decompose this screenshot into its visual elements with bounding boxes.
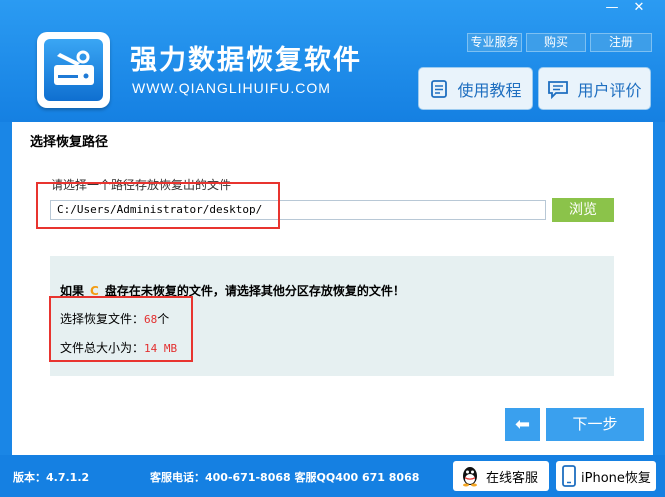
document-icon bbox=[431, 79, 448, 98]
tutorial-button[interactable]: 使用教程 bbox=[418, 67, 533, 110]
review-label: 用户评价 bbox=[577, 80, 642, 100]
app-logo bbox=[37, 32, 110, 108]
stats-highlight-box bbox=[49, 296, 193, 362]
iphone-recovery-label: iPhone恢复 bbox=[581, 470, 651, 486]
app-header: 强力数据恢复软件 WWW.QIANGLIHUIFU.COM — ✕ 专业服务 购… bbox=[0, 0, 665, 122]
tutorial-label: 使用教程 bbox=[457, 80, 522, 100]
buy-link[interactable]: 购买 bbox=[526, 33, 586, 52]
qq-penguin-icon bbox=[463, 467, 477, 487]
browse-button[interactable]: 浏览 bbox=[552, 198, 614, 222]
support-phone-text: 客服电话：400-671-8068 客服QQ400 671 8068 bbox=[150, 471, 420, 484]
back-arrow-icon: ⬅ bbox=[514, 414, 531, 435]
minimize-button[interactable]: — bbox=[600, 0, 624, 16]
phone-icon bbox=[562, 465, 576, 487]
comment-icon bbox=[548, 80, 569, 99]
online-service-button[interactable]: 在线客服 bbox=[453, 461, 549, 491]
close-button[interactable]: ✕ bbox=[627, 0, 651, 16]
app-footer: 版本：4.7.1.2 客服电话：400-671-8068 客服QQ400 671… bbox=[0, 455, 665, 497]
iphone-recovery-button[interactable]: iPhone恢复 bbox=[556, 461, 656, 491]
pro-service-link[interactable]: 专业服务 bbox=[467, 33, 522, 52]
app-title: 强力数据恢复软件 bbox=[130, 45, 362, 76]
main-content: 选择恢复路径 请选择一个路径存放恢复出的文件 C:/Users/Administ… bbox=[12, 122, 653, 455]
section-title: 选择恢复路径 bbox=[30, 135, 109, 150]
app-url: WWW.QIANGLIHUIFU.COM bbox=[132, 80, 331, 96]
back-button[interactable]: ⬅ bbox=[505, 408, 540, 441]
path-highlight-box bbox=[36, 182, 280, 229]
version-text: 版本：4.7.1.2 bbox=[13, 471, 90, 484]
next-step-button[interactable]: 下一步 bbox=[546, 408, 644, 441]
register-link[interactable]: 注册 bbox=[590, 33, 652, 52]
user-review-button[interactable]: 用户评价 bbox=[538, 67, 651, 110]
hard-drive-tools-icon bbox=[54, 50, 94, 85]
online-service-label: 在线客服 bbox=[486, 470, 539, 486]
